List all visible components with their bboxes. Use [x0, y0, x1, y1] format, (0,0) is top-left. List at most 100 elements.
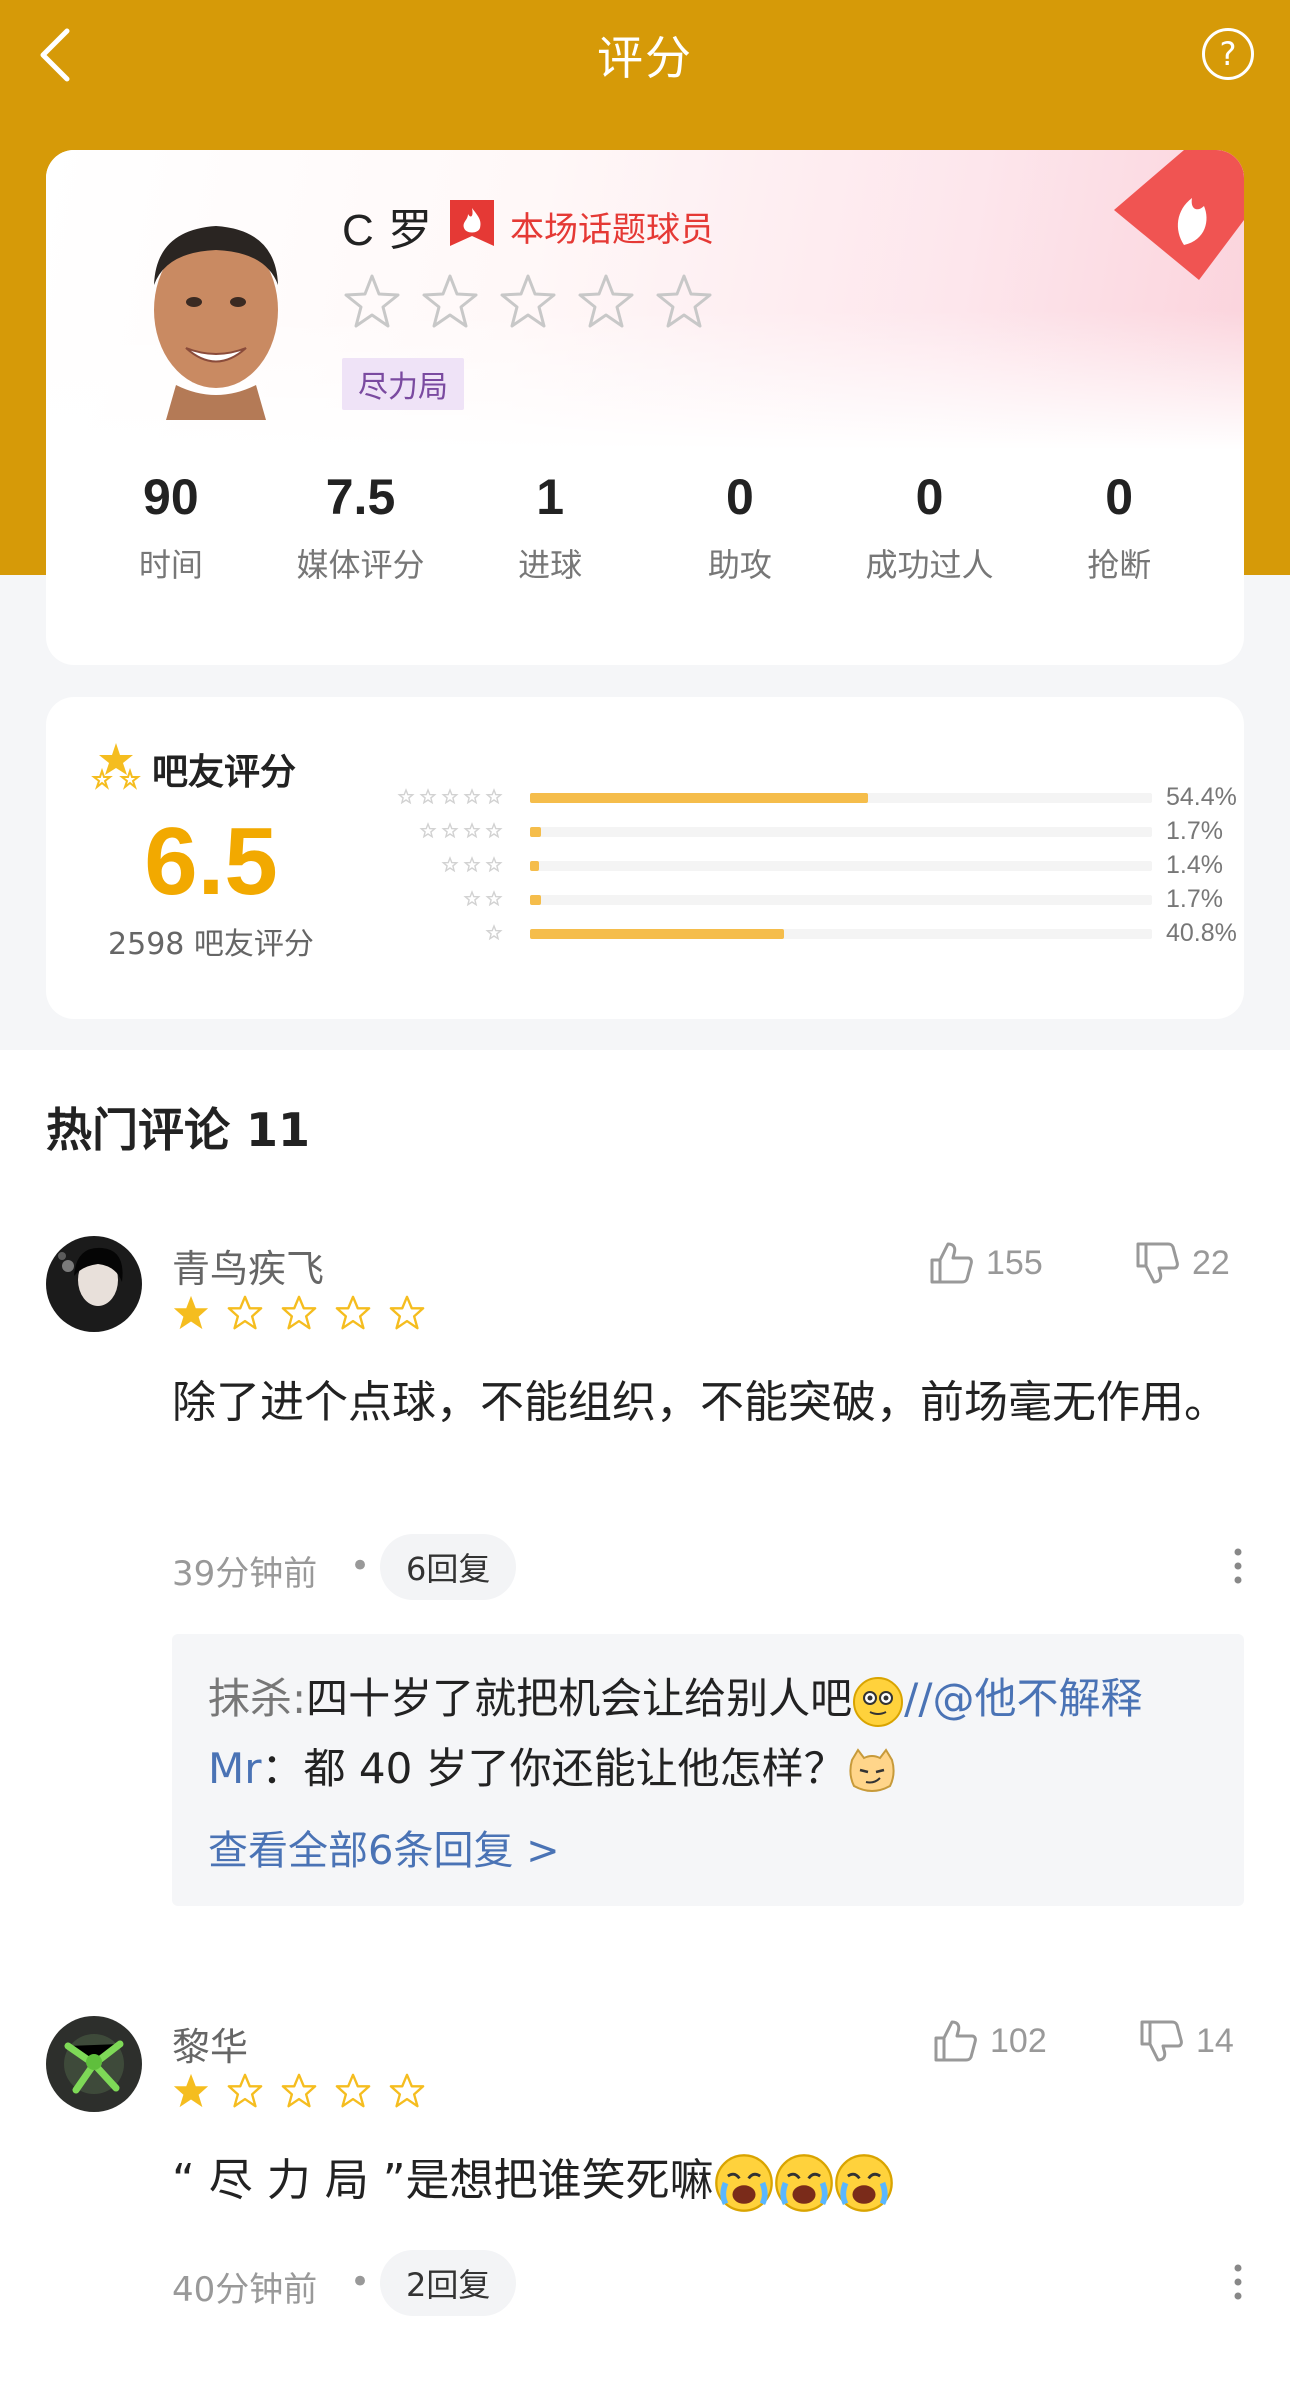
replies-button[interactable]: 6回复 — [380, 1534, 517, 1600]
star-outline-icon — [389, 1295, 425, 1330]
star-outline-icon — [335, 1295, 371, 1330]
small-star-icon — [485, 822, 503, 839]
fan-rating-card: 吧友评分 6.5 2598 吧友评分 54.4% 1.7% 1.4% 1.7% … — [46, 697, 1244, 1019]
star-outline-icon — [389, 2073, 425, 2108]
more-icon[interactable] — [1232, 2262, 1244, 2302]
stat-label: 媒体评分 — [296, 546, 425, 584]
more-icon[interactable] — [1232, 1546, 1244, 1586]
small-star-icon — [485, 856, 503, 873]
bar-fill — [530, 827, 541, 837]
small-star-icon — [485, 788, 503, 805]
distribution-row: 54.4% — [370, 781, 1240, 815]
comment-username[interactable]: 青鸟疾飞 — [172, 1238, 324, 1293]
distribution-row: 1.7% — [370, 815, 1240, 849]
bar-fill — [530, 895, 541, 905]
thumbs-down-icon — [1136, 1242, 1179, 1284]
star-outline-icon — [335, 2073, 371, 2108]
player-photo — [154, 226, 278, 420]
small-star-icon — [463, 890, 481, 907]
stat-label: 成功过人 — [865, 546, 994, 584]
star-outline-icon[interactable] — [654, 272, 714, 332]
replies-button[interactable]: 2回复 — [380, 2250, 517, 2316]
bar-track — [530, 861, 1152, 871]
bar-percent: 1.4% — [1166, 851, 1223, 879]
star-outline-icon — [281, 1295, 317, 1330]
bar-fill — [530, 793, 869, 803]
rating-distribution: 54.4% 1.7% 1.4% 1.7% 40.8% — [370, 781, 1240, 951]
stat-assists: 0 助攻 — [645, 468, 835, 586]
nav-bar: 评分 ? — [0, 0, 1290, 110]
distribution-row: 1.7% — [370, 883, 1240, 917]
hot-badge-icon — [450, 200, 494, 246]
stat-tackles: 0 抢断 — [1024, 468, 1214, 586]
stat-label: 时间 — [138, 546, 203, 584]
player-card: C 罗 本场话题球员 尽力局 90 时间 7.5 媒体评分 1 进球 0 助攻 — [46, 150, 1244, 665]
small-star-icon — [397, 788, 415, 805]
avatar[interactable] — [46, 2016, 142, 2112]
crying-emoji-icon — [834, 2154, 893, 2212]
smile-emoji-icon — [853, 1676, 904, 1727]
thumbs-up-icon — [930, 1242, 973, 1284]
star-filled-icon — [173, 1295, 209, 1330]
five-stars-icon — [397, 788, 503, 805]
small-star-icon — [419, 822, 437, 839]
star-outline-icon — [227, 2073, 263, 2108]
stat-minutes: 90 时间 — [76, 468, 266, 586]
bar-percent: 1.7% — [1166, 885, 1223, 913]
three-stars-icon — [441, 856, 503, 873]
hot-comments-title: 热门评论 11 — [46, 1103, 311, 1157]
star-outline-icon — [227, 1295, 263, 1330]
stat-label: 抢断 — [1087, 546, 1152, 584]
stars-icon — [91, 743, 141, 790]
small-star-icon — [441, 788, 459, 805]
chevron-left-icon — [40, 28, 70, 82]
dislike-button[interactable]: 14 — [1138, 2018, 1234, 2064]
star-outline-icon[interactable] — [498, 272, 558, 332]
hot-player-tag: 本场话题球员 — [510, 210, 714, 250]
stat-dribbles: 0 成功过人 — [835, 468, 1025, 586]
small-star-icon — [485, 924, 503, 941]
comment-time: 40分钟前 — [172, 2270, 318, 2310]
distribution-row: 40.8% — [370, 917, 1240, 951]
player-tag: 尽力局 — [342, 358, 464, 410]
reply-body: 四十岁了就把机会让给别人吧 — [306, 1674, 853, 1723]
bar-percent: 40.8% — [1166, 919, 1237, 947]
star-outline-icon — [281, 2073, 317, 2108]
dislike-count: 14 — [1196, 2021, 1234, 2060]
like-button[interactable]: 155 — [928, 1240, 1043, 1286]
stat-value: 0 — [725, 469, 754, 525]
bar-track — [530, 895, 1152, 905]
bar-track — [530, 827, 1152, 837]
player-star-rating[interactable] — [342, 272, 714, 332]
star-outline-icon[interactable] — [576, 272, 636, 332]
back-button[interactable] — [20, 20, 90, 90]
comment-time: 39分钟前 — [172, 1554, 318, 1594]
thumbs-up-icon — [934, 2020, 977, 2062]
bar-percent: 1.7% — [1166, 817, 1223, 845]
avatar[interactable] — [46, 1236, 142, 1332]
stat-label: 助攻 — [707, 546, 772, 584]
small-star-icon — [463, 822, 481, 839]
help-button[interactable]: ? — [1202, 28, 1254, 80]
star-outline-icon[interactable] — [342, 272, 402, 332]
view-all-replies-link[interactable]: 查看全部6条回复 > — [208, 1818, 1208, 1876]
comment-username[interactable]: 黎华 — [172, 2016, 248, 2071]
reply-author[interactable]: 抹杀: — [208, 1674, 306, 1723]
reply-body: ：都 40 岁了你还能让他怎样？ — [261, 1744, 846, 1793]
comment-text: 除了进个点球，不能组织，不能突破，前场毫无作用。 — [172, 1377, 1228, 1428]
stat-value: 0 — [1105, 469, 1134, 525]
small-star-icon — [463, 788, 481, 805]
stat-label: 进球 — [518, 546, 583, 584]
like-button[interactable]: 102 — [932, 2018, 1047, 2064]
star-outline-icon[interactable] — [420, 272, 480, 332]
page-title: 评分 — [597, 31, 693, 85]
four-stars-icon — [419, 822, 503, 839]
stat-value: 90 — [143, 469, 199, 525]
crying-emoji-icon — [714, 2154, 773, 2212]
dislike-button[interactable]: 22 — [1134, 1240, 1230, 1286]
bar-fill — [530, 929, 784, 939]
reply-preview[interactable]: 抹杀:四十岁了就把机会让给别人吧//@他不解释Mr：都 40 岁了你还能让他怎样… — [172, 1634, 1244, 1906]
small-star-icon — [441, 822, 459, 839]
comment-stars — [172, 1294, 426, 1332]
like-count: 102 — [990, 2021, 1047, 2060]
